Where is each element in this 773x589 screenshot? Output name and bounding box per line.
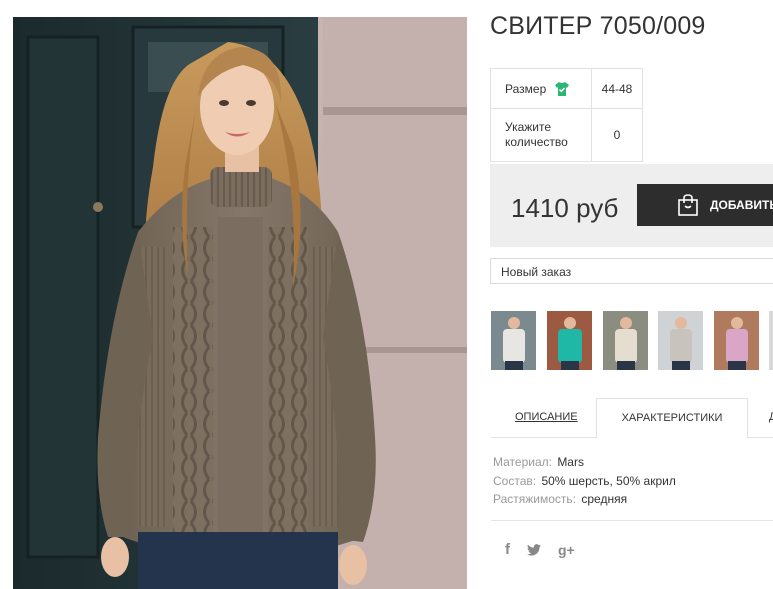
spec-composition: Состав: 50% шерсть, 50% акрил (493, 472, 676, 491)
price: 1410 руб (511, 193, 619, 223)
quantity-input[interactable]: 0 (591, 108, 643, 162)
spec-stretch: Растяжимость: средняя (493, 490, 676, 509)
thumbnail-cream-sweater[interactable] (603, 311, 648, 370)
product-image (13, 17, 467, 589)
add-to-cart-label: ДОБАВИТЬ (710, 198, 773, 212)
spec-material: Материал: Mars (493, 453, 676, 472)
order-select[interactable]: Новый заказ (490, 258, 773, 284)
thumbnail-partial[interactable] (769, 311, 773, 370)
size-value[interactable]: 44-48 (591, 68, 643, 109)
social-divider (491, 520, 773, 521)
social-share: f g+ (505, 541, 575, 558)
options-table: Размер 44-48 Укажите количество 0 (490, 68, 643, 162)
add-to-cart-button[interactable]: ДОБАВИТЬ (637, 184, 773, 226)
facebook-icon[interactable]: f (505, 541, 510, 558)
product-title: СВИТЕР 7050/009 (490, 12, 706, 40)
size-label: Размер (505, 81, 547, 96)
tab-description[interactable]: ОПИСАНИЕ (515, 398, 578, 438)
thumbnail-strip (491, 311, 773, 371)
tshirt-icon[interactable] (554, 81, 570, 97)
shopping-bag-icon (678, 194, 698, 216)
spec-material-value: Mars (557, 455, 584, 469)
thumbnail-grey-sweater[interactable] (658, 311, 703, 370)
product-specs: Материал: Mars Состав: 50% шерсть, 50% а… (493, 453, 676, 509)
thumbnail-turquoise-sweater[interactable] (547, 311, 592, 370)
spec-composition-label: Состав: (493, 473, 537, 488)
product-photo[interactable] (13, 17, 467, 589)
twitter-icon[interactable] (527, 543, 541, 556)
thumbnail-white-sweater[interactable] (491, 311, 536, 370)
product-tabs: ОПИСАНИЕ ХАРАКТЕРИСТИКИ Д (491, 398, 773, 439)
spec-material-label: Материал: (493, 455, 552, 469)
quantity-label: Укажите количество (490, 108, 592, 162)
price-box: 1410 руб ДОБАВИТЬ (490, 164, 773, 247)
google-plus-icon[interactable]: g+ (558, 542, 575, 558)
tab-characteristics[interactable]: ХАРАКТЕРИСТИКИ (596, 398, 748, 439)
spec-stretch-label: Растяжимость: (493, 492, 577, 506)
spec-stretch-value: средняя (581, 492, 628, 506)
thumbnail-pink-sweater[interactable] (714, 311, 759, 370)
spec-composition-value: 50% шерсть, 50% акрил (541, 473, 676, 488)
tab-delivery[interactable]: Д (769, 398, 773, 438)
